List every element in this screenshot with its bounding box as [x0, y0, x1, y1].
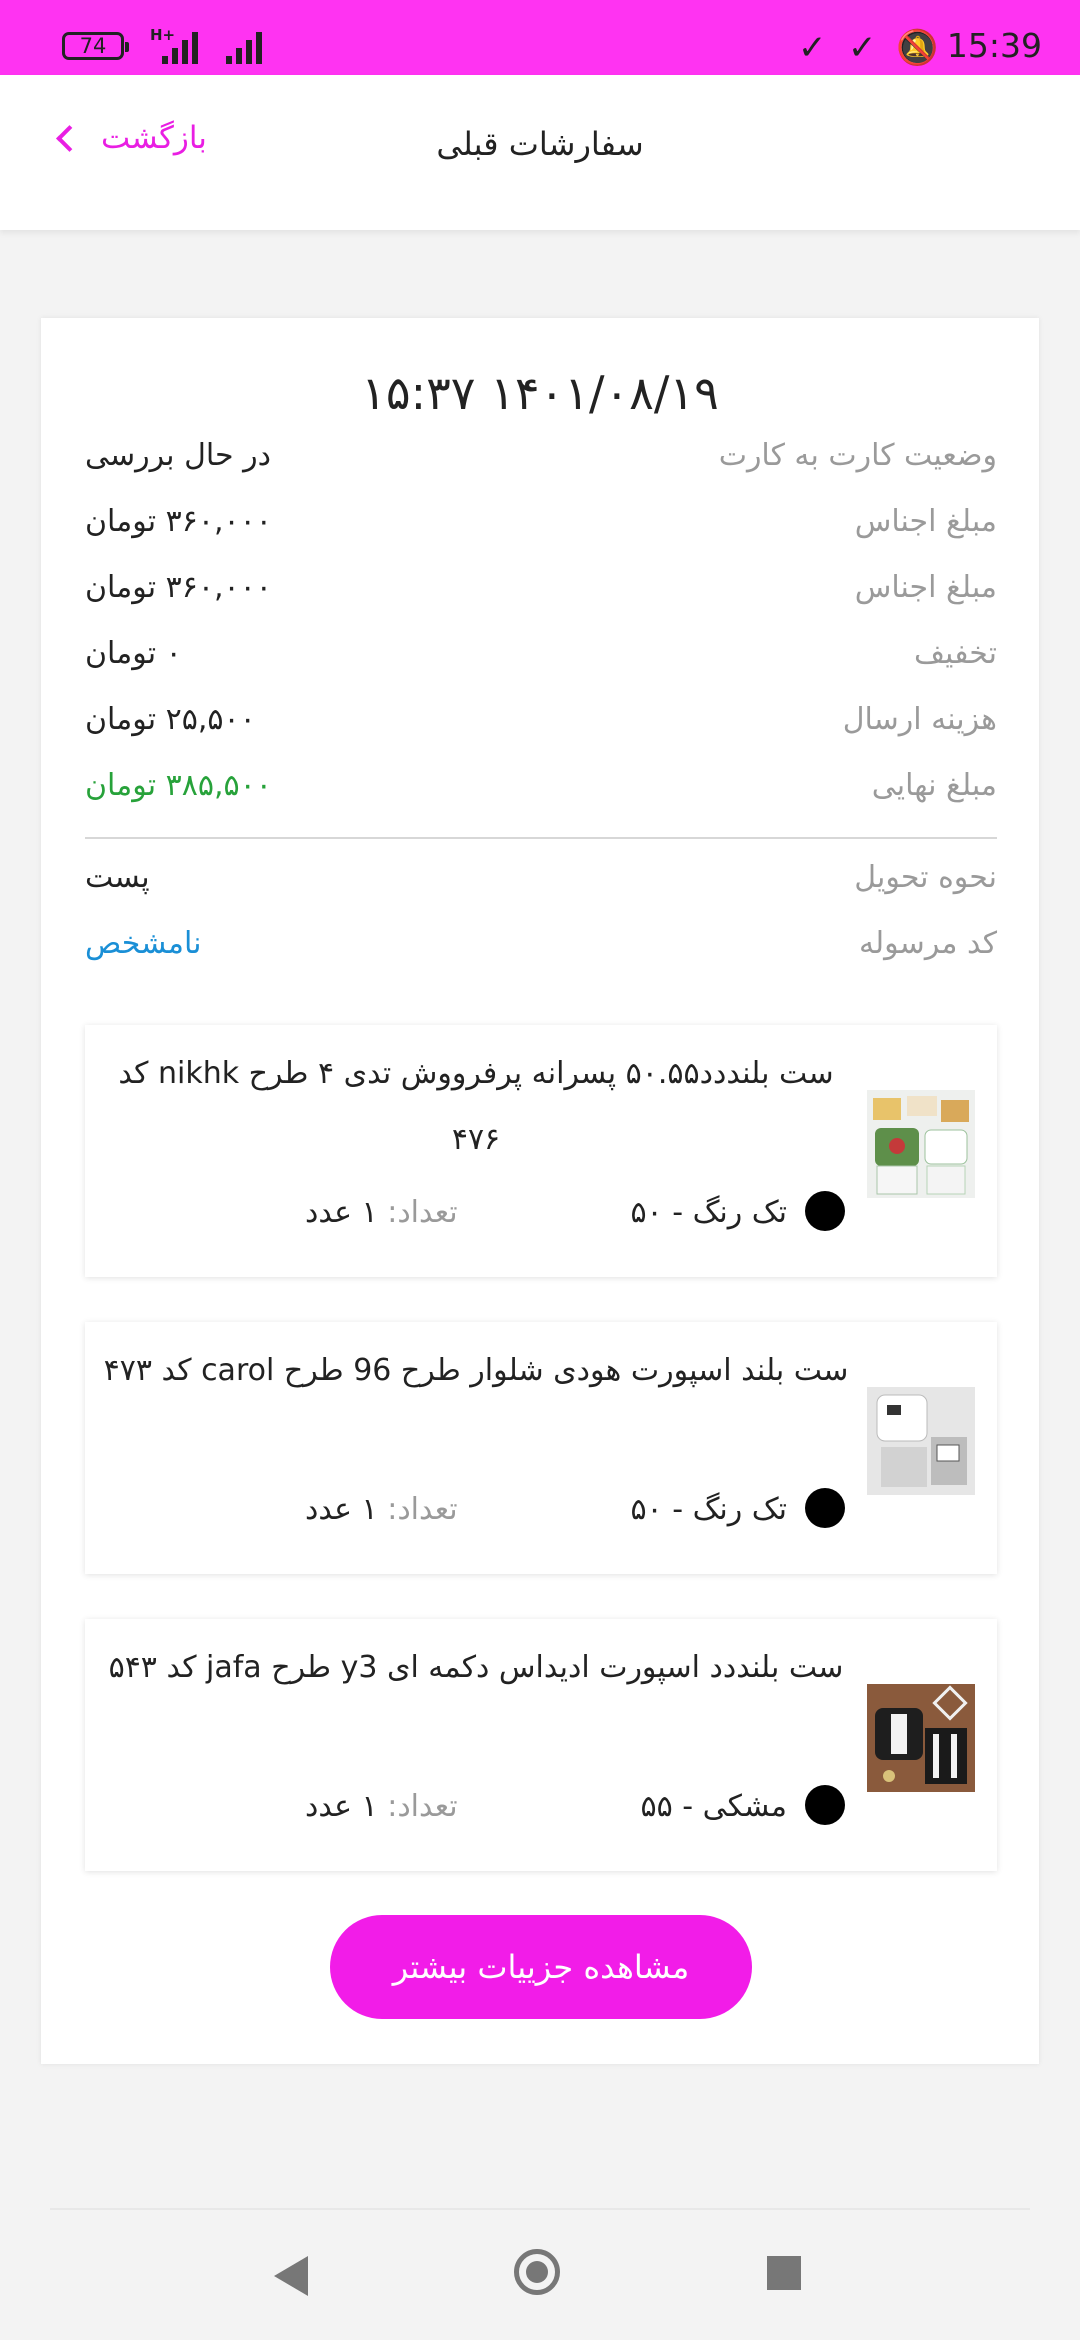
- color-swatch: [805, 1785, 845, 1825]
- row-label: هزینه ارسال: [842, 702, 997, 737]
- row-discount: تخفیف ۰ تومان: [85, 636, 997, 686]
- quantity-value: ۱ عدد: [305, 1492, 388, 1527]
- product-name: ست بلند اسپورت هودی شلوار طرح 96 طرح car…: [103, 1353, 849, 1388]
- quantity: تعداد: ۱ عدد: [305, 1195, 458, 1230]
- order-item[interactable]: ست بلند اسپورت هودی شلوار طرح 96 طرح car…: [85, 1322, 997, 1574]
- nav-recents-icon[interactable]: [767, 2256, 801, 2290]
- row-value: ۳۶۰,۰۰۰ تومان: [85, 570, 272, 605]
- quantity-label: تعداد:: [387, 1492, 458, 1527]
- nav-home-icon[interactable]: [514, 2249, 560, 2295]
- quantity-value: ۱ عدد: [305, 1195, 388, 1230]
- row-label: مبلغ اجناس: [854, 504, 997, 539]
- quantity-value: ۱ عدد: [305, 1789, 388, 1824]
- row-label: وضعیت کارت به کارت: [718, 438, 997, 473]
- order-card: ۱۴۰۱/۰۸/۱۹ ۱۵:۳۷ وضعیت کارت به کارت در ح…: [41, 318, 1039, 2064]
- order-item[interactable]: ست بلنددد۵۰.۵۵ پسرانه پرفرووش تدی ۴ طرح …: [85, 1025, 997, 1277]
- row-payment-status: وضعیت کارت به کارت در حال بررسی: [85, 438, 997, 488]
- row-delivery-method: نحوه تحویل پست: [85, 860, 997, 910]
- color-swatch: [805, 1488, 845, 1528]
- color-size: تک رنگ - ۵۰: [630, 1492, 787, 1527]
- quantity-label: تعداد:: [387, 1195, 458, 1230]
- product-image: [867, 1090, 975, 1198]
- back-button[interactable]: بازگشت: [56, 120, 207, 156]
- row-label: تخفیف: [914, 636, 997, 671]
- order-item[interactable]: ست بلنددد اسپورت ادیداس دکمه ای y3 طرح j…: [85, 1619, 997, 1871]
- signal-icon: [162, 28, 212, 64]
- nav-back-icon[interactable]: [274, 2256, 308, 2296]
- quantity-label: تعداد:: [387, 1789, 458, 1824]
- quantity: تعداد: ۱ عدد: [305, 1492, 458, 1527]
- row-label: مبلغ اجناس: [854, 570, 997, 605]
- view-more-details-button[interactable]: مشاهده جزییات بیشتر: [330, 1915, 752, 2019]
- row-label: مبلغ نهایی: [871, 768, 997, 803]
- color-size: مشکی - ۵۵: [640, 1789, 787, 1824]
- signal-2-icon: [226, 28, 276, 64]
- order-datetime: ۱۴۰۱/۰۸/۱۹ ۱۵:۳۷: [361, 366, 719, 420]
- row-tracking-code: کد مرسوله نامشخص: [85, 926, 997, 976]
- battery-icon: 74: [62, 32, 129, 60]
- quantity: تعداد: ۱ عدد: [305, 1789, 458, 1824]
- row-value: ۳۶۰,۰۰۰ تومان: [85, 504, 272, 539]
- row-shipping-cost: هزینه ارسال ۲۵,۵۰۰ تومان: [85, 702, 997, 752]
- tracking-code-value: نامشخص: [85, 926, 202, 961]
- product-image: [867, 1387, 975, 1495]
- product-image: [867, 1684, 975, 1792]
- row-goods-amount: مبلغ اجناس ۳۶۰,۰۰۰ تومان: [85, 504, 997, 554]
- chevron-left-icon: [56, 124, 83, 152]
- back-label: بازگشت: [101, 120, 207, 156]
- clock: 15:39: [946, 26, 1042, 65]
- row-value: در حال بررسی: [85, 438, 271, 473]
- color-size: تک رنگ - ۵۰: [630, 1195, 787, 1230]
- app-header: سفارشات قبلی بازگشت: [0, 75, 1080, 230]
- color-swatch: [805, 1191, 845, 1231]
- product-name: ست بلنددد۵۰.۵۵ پسرانه پرفرووش تدی ۴ طرح …: [118, 1056, 834, 1157]
- divider: [85, 837, 997, 839]
- row-value: پست: [85, 860, 150, 895]
- row-label: نحوه تحویل: [854, 860, 997, 895]
- row-final-amount: مبلغ نهایی ۳۸۵,۵۰۰ تومان: [85, 768, 997, 818]
- row-value: ۰ تومان: [85, 636, 182, 671]
- nav-divider: [50, 2208, 1030, 2210]
- row-goods-amount-2: مبلغ اجناس ۳۶۰,۰۰۰ تومان: [85, 570, 997, 620]
- checkmark-icon: ✓: [798, 28, 827, 68]
- status-bar: 74 H+ ✓ ✓ 🔕 15:39: [0, 0, 1080, 75]
- final-amount-value: ۳۸۵,۵۰۰ تومان: [85, 768, 272, 803]
- battery-level: 74: [79, 34, 107, 58]
- row-value: ۲۵,۵۰۰ تومان: [85, 702, 256, 737]
- row-label: کد مرسوله: [858, 926, 997, 961]
- product-name: ست بلنددد اسپورت ادیداس دکمه ای y3 طرح j…: [108, 1650, 844, 1685]
- bell-muted-icon: 🔕: [896, 28, 939, 68]
- checkmark-2-icon: ✓: [848, 28, 877, 68]
